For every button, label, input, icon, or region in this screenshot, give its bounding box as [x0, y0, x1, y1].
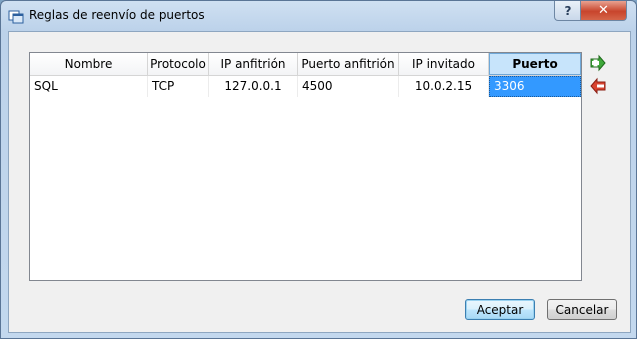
cell-protocolo[interactable]: TCP — [148, 76, 209, 97]
accept-button[interactable]: Aceptar — [465, 299, 535, 320]
column-header-puerto-invitado[interactable]: Puerto invitado — [489, 53, 581, 91]
dialog-body: Nombre Protocolo IP anfitrión Puerto anf… — [8, 31, 631, 333]
column-header-ip-invitado[interactable]: IP invitado — [399, 53, 489, 75]
rules-table[interactable]: Nombre Protocolo IP anfitrión Puerto anf… — [29, 52, 582, 281]
column-header-protocolo[interactable]: Protocolo — [148, 53, 209, 75]
cell-ip-anfitrion[interactable]: 127.0.0.1 — [209, 76, 298, 97]
column-header-puerto-anfitrion[interactable]: Puerto anfitrión — [298, 53, 399, 75]
column-header-nombre[interactable]: Nombre — [30, 53, 148, 75]
cancel-button[interactable]: Cancelar — [547, 299, 617, 320]
help-button[interactable]: ? — [554, 1, 582, 21]
port-forwarding-dialog: Reglas de reenvío de puertos ? ✕ Nombre … — [0, 0, 637, 339]
window-title: Reglas de reenvío de puertos — [29, 8, 205, 22]
table-header: Nombre Protocolo IP anfitrión Puerto anf… — [30, 53, 581, 91]
window-app-icon — [8, 10, 24, 24]
column-header-ip-anfitrion[interactable]: IP anfitrión — [209, 53, 298, 75]
title-bar[interactable]: Reglas de reenvío de puertos ? ✕ — [1, 1, 636, 31]
cell-puerto-invitado[interactable]: 3306 — [489, 76, 581, 97]
cell-ip-invitado[interactable]: 10.0.2.15 — [399, 76, 489, 97]
close-button[interactable]: ✕ — [580, 1, 627, 21]
cell-puerto-anfitrion[interactable]: 4500 — [298, 76, 399, 97]
cell-nombre[interactable]: SQL — [30, 76, 148, 97]
add-rule-icon[interactable] — [589, 54, 607, 72]
table-row[interactable]: SQL TCP 127.0.0.1 4500 10.0.2.15 3306 — [30, 76, 581, 97]
remove-rule-icon[interactable] — [589, 77, 607, 95]
